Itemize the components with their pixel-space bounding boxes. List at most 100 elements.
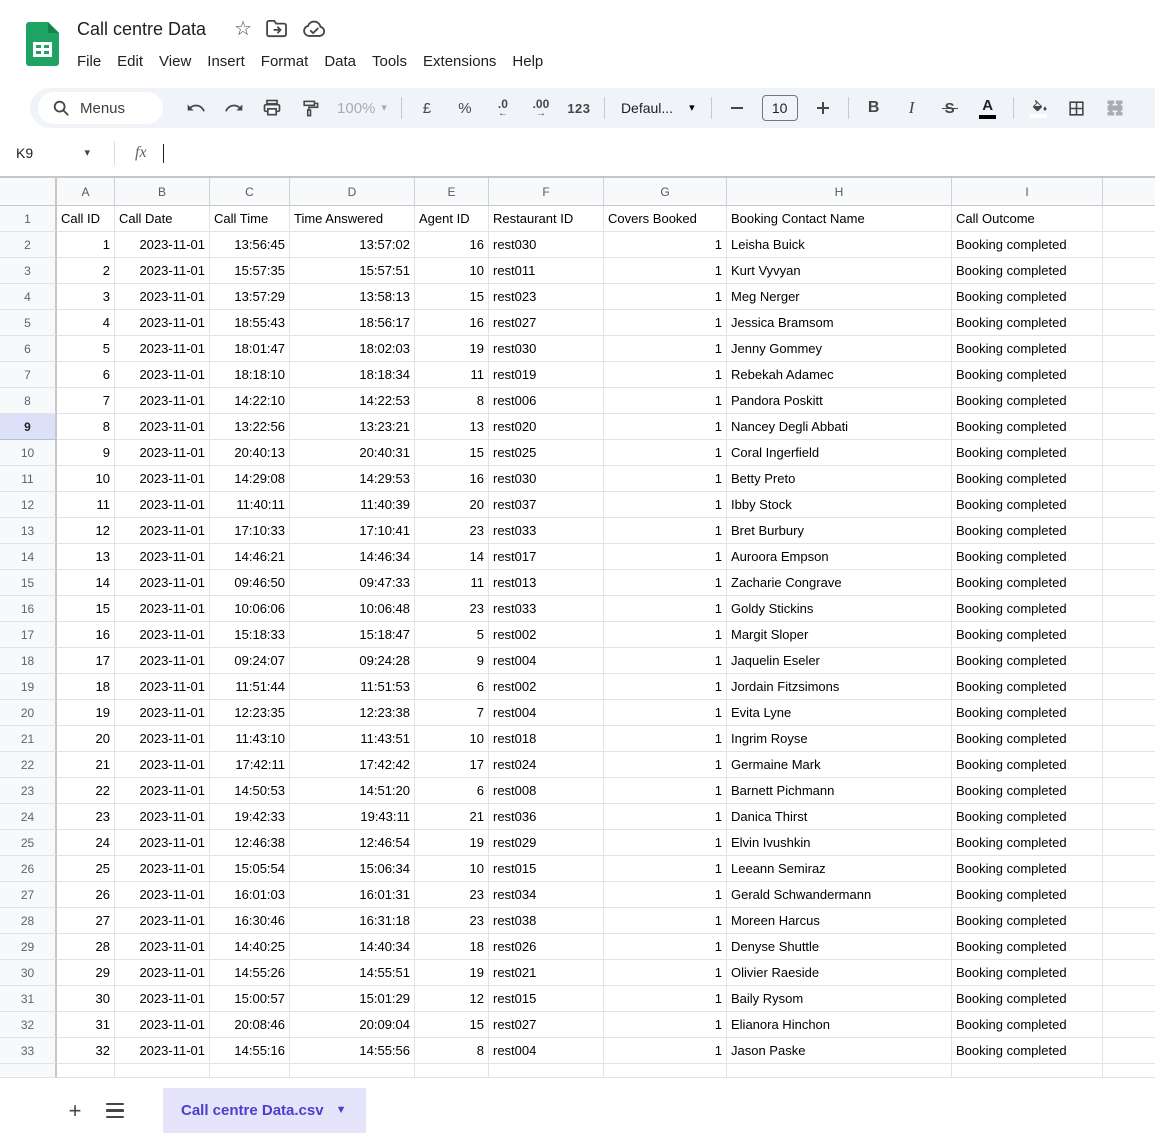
- cell[interactable]: rest018: [489, 726, 604, 752]
- cell[interactable]: 2023-11-01: [115, 674, 210, 700]
- cell[interactable]: 16:01:03: [210, 882, 290, 908]
- cell[interactable]: 10: [57, 466, 115, 492]
- cell[interactable]: 14:40:25: [210, 934, 290, 960]
- cell[interactable]: Covers Booked: [604, 206, 727, 232]
- cell[interactable]: Booking completed: [952, 284, 1103, 310]
- increase-font-size-button[interactable]: [804, 92, 842, 124]
- cell[interactable]: Jason Paske: [727, 1038, 952, 1064]
- move-to-folder-icon[interactable]: [266, 20, 288, 38]
- cell[interactable]: 23: [415, 596, 489, 622]
- cell[interactable]: Margit Sloper: [727, 622, 952, 648]
- column-header-H[interactable]: H: [727, 178, 952, 206]
- cell[interactable]: Jaquelin Eseler: [727, 648, 952, 674]
- all-sheets-button[interactable]: [95, 1088, 135, 1133]
- cell[interactable]: 09:46:50: [210, 570, 290, 596]
- cell[interactable]: Booking completed: [952, 440, 1103, 466]
- cell[interactable]: 15:05:54: [210, 856, 290, 882]
- cell[interactable]: Booking completed: [952, 570, 1103, 596]
- cell[interactable]: 15:00:57: [210, 986, 290, 1012]
- cell[interactable]: 14:40:34: [290, 934, 415, 960]
- cell[interactable]: Call Date: [115, 206, 210, 232]
- cell[interactable]: 28: [57, 934, 115, 960]
- cell[interactable]: Booking completed: [952, 232, 1103, 258]
- cell[interactable]: Betty Preto: [727, 466, 952, 492]
- cell[interactable]: 2023-11-01: [115, 830, 210, 856]
- cell[interactable]: rest026: [489, 934, 604, 960]
- cell[interactable]: 14: [57, 570, 115, 596]
- cell[interactable]: 10:06:48: [290, 596, 415, 622]
- cell[interactable]: 15: [57, 596, 115, 622]
- row-header-3[interactable]: 3: [0, 258, 57, 284]
- cell[interactable]: Leisha Buick: [727, 232, 952, 258]
- cell[interactable]: rest002: [489, 674, 604, 700]
- sheet-tab-active[interactable]: Call centre Data.csv ▼: [163, 1088, 366, 1133]
- cell[interactable]: 11: [415, 570, 489, 596]
- cell[interactable]: 20: [415, 492, 489, 518]
- cell[interactable]: 2023-11-01: [115, 466, 210, 492]
- cell[interactable]: [1103, 310, 1155, 336]
- cell[interactable]: rest004: [489, 648, 604, 674]
- cell[interactable]: 18:18:34: [290, 362, 415, 388]
- cell[interactable]: 2023-11-01: [115, 232, 210, 258]
- menu-file[interactable]: File: [69, 50, 109, 73]
- cell[interactable]: 12: [57, 518, 115, 544]
- cell[interactable]: Booking completed: [952, 648, 1103, 674]
- cell[interactable]: 14:50:53: [210, 778, 290, 804]
- cell[interactable]: Zacharie Congrave: [727, 570, 952, 596]
- cell[interactable]: Booking completed: [952, 466, 1103, 492]
- row-header-31[interactable]: 31: [0, 986, 57, 1012]
- cell[interactable]: 1: [604, 492, 727, 518]
- cell[interactable]: rest004: [489, 1038, 604, 1064]
- cell[interactable]: rest030: [489, 336, 604, 362]
- cell[interactable]: 15:57:51: [290, 258, 415, 284]
- cell[interactable]: rest034: [489, 882, 604, 908]
- cell[interactable]: [210, 1064, 290, 1078]
- cell[interactable]: 15: [415, 440, 489, 466]
- cell[interactable]: [1103, 622, 1155, 648]
- cell[interactable]: 13:56:45: [210, 232, 290, 258]
- cell[interactable]: 18:56:17: [290, 310, 415, 336]
- cell[interactable]: rest008: [489, 778, 604, 804]
- cell[interactable]: 1: [604, 518, 727, 544]
- cell[interactable]: 2023-11-01: [115, 570, 210, 596]
- cell[interactable]: 2023-11-01: [115, 960, 210, 986]
- cell[interactable]: 15:06:34: [290, 856, 415, 882]
- cell[interactable]: [1103, 206, 1155, 232]
- cell[interactable]: 2023-11-01: [115, 284, 210, 310]
- row-header-30[interactable]: 30: [0, 960, 57, 986]
- cell[interactable]: 2023-11-01: [115, 882, 210, 908]
- cell[interactable]: 1: [604, 440, 727, 466]
- cell[interactable]: 1: [604, 960, 727, 986]
- cell[interactable]: Moreen Harcus: [727, 908, 952, 934]
- cell[interactable]: 2: [57, 258, 115, 284]
- cell[interactable]: 1: [604, 804, 727, 830]
- menu-data[interactable]: Data: [316, 50, 364, 73]
- cell[interactable]: Call Time: [210, 206, 290, 232]
- cell[interactable]: 17:10:33: [210, 518, 290, 544]
- cell[interactable]: 1: [604, 986, 727, 1012]
- cell[interactable]: 2023-11-01: [115, 934, 210, 960]
- cell[interactable]: 1: [604, 544, 727, 570]
- cell[interactable]: 09:24:07: [210, 648, 290, 674]
- cell[interactable]: Coral Ingerfield: [727, 440, 952, 466]
- cell[interactable]: 18:55:43: [210, 310, 290, 336]
- cell[interactable]: 2023-11-01: [115, 440, 210, 466]
- cell[interactable]: [1103, 700, 1155, 726]
- cell[interactable]: [415, 1064, 489, 1078]
- cell[interactable]: 1: [604, 466, 727, 492]
- star-icon[interactable]: ☆: [234, 19, 252, 39]
- cell[interactable]: 2023-11-01: [115, 778, 210, 804]
- cell[interactable]: 2023-11-01: [115, 518, 210, 544]
- cell[interactable]: 19: [415, 830, 489, 856]
- cell[interactable]: Meg Nerger: [727, 284, 952, 310]
- cell[interactable]: 14:29:53: [290, 466, 415, 492]
- cell[interactable]: Jordain Fitzsimons: [727, 674, 952, 700]
- cell[interactable]: [1103, 778, 1155, 804]
- cell[interactable]: 2023-11-01: [115, 310, 210, 336]
- cell[interactable]: [290, 1064, 415, 1078]
- cell[interactable]: 1: [604, 570, 727, 596]
- cell[interactable]: 1: [604, 232, 727, 258]
- column-header-D[interactable]: D: [290, 178, 415, 206]
- cell[interactable]: [489, 1064, 604, 1078]
- menu-help[interactable]: Help: [504, 50, 551, 73]
